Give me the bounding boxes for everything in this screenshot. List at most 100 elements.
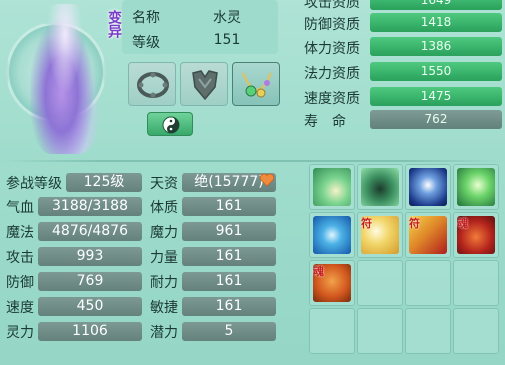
equip-slot-collar[interactable] <box>128 62 176 106</box>
equip-slot-armor[interactable] <box>180 62 228 106</box>
level-row: 等级 151 <box>122 28 278 52</box>
aptitude-label: 防御资质 <box>304 17 360 33</box>
stat-label: 防御 <box>6 275 34 291</box>
skill-slot[interactable]: 魂 <box>453 212 499 258</box>
aptitude-speed: 速度资质 1475 <box>300 87 505 107</box>
stat-mp: 魔法 4876/4876 <box>6 222 146 241</box>
stat-value: 769 <box>38 272 142 291</box>
skill-slot[interactable] <box>405 164 451 210</box>
stat-speed: 速度 450 <box>6 297 146 316</box>
stat-hp: 气血 3188/3188 <box>6 197 146 216</box>
skill-char: 魂 <box>457 217 468 230</box>
skill-slot[interactable]: 符 <box>357 212 403 258</box>
necklace-icon <box>241 72 273 98</box>
skill-slot-empty[interactable] <box>453 260 499 306</box>
stat-defense: 防御 769 <box>6 272 146 291</box>
stat-label: 魔法 <box>6 225 34 241</box>
skill-slot-empty[interactable] <box>357 260 403 306</box>
skill-slot-empty[interactable] <box>405 260 451 306</box>
heart-icon[interactable] <box>259 173 275 187</box>
stat-physique: 体质 161 <box>150 197 280 216</box>
name-row: 名称 水灵 <box>122 3 278 27</box>
stat-spirit: 灵力 1106 <box>6 322 146 341</box>
skill-slot[interactable]: 符 <box>405 212 451 258</box>
skill-slot[interactable]: 魂 <box>309 260 355 306</box>
skill-char: 符 <box>361 217 372 230</box>
skill-slot-empty[interactable] <box>453 308 499 354</box>
skill-slot[interactable] <box>453 164 499 210</box>
skill-slot[interactable] <box>309 164 355 210</box>
stat-attack: 攻击 993 <box>6 247 146 266</box>
aptitude-value: 762 <box>370 110 502 129</box>
aptitude-magic: 法力资质 1550 <box>300 62 505 82</box>
stat-value: 161 <box>182 247 276 266</box>
collar-icon <box>137 72 169 98</box>
stat-value: 161 <box>182 272 276 291</box>
section-divider <box>0 160 505 162</box>
aptitude-value: 1550 <box>370 62 502 81</box>
skill-slot[interactable] <box>309 212 355 258</box>
name-label: 名称 <box>132 10 160 26</box>
aptitude-lifespan: 寿 命 762 <box>300 110 505 130</box>
level-label: 等级 <box>132 35 160 51</box>
skill-char: 符 <box>409 217 420 230</box>
pet-info-box: 名称 水灵 等级 151 <box>122 0 278 54</box>
aptitude-value: 1418 <box>370 13 502 32</box>
equip-slot-necklace[interactable] <box>232 62 280 106</box>
skill-slot[interactable] <box>357 164 403 210</box>
stat-label: 魔力 <box>150 225 178 241</box>
aptitude-attack: 攻击资质 1649 <box>300 0 505 11</box>
pet-attribute-panel: 变异 名称 水灵 等级 151 攻击资质 1649 防御资质 1418 体力资质… <box>0 0 505 365</box>
armor-icon <box>192 70 218 101</box>
stat-label: 灵力 <box>6 325 34 341</box>
stat-potential: 潜力 5 <box>150 322 280 341</box>
stat-value: 1106 <box>38 322 142 341</box>
stat-endurance: 耐力 161 <box>150 272 280 291</box>
stat-agility: 敏捷 161 <box>150 297 280 316</box>
pet-name: 水灵 <box>213 10 241 26</box>
aptitude-value: 1386 <box>370 37 502 56</box>
skill-cat-icon <box>361 168 399 206</box>
aptitude-stamina: 体力资质 1386 <box>300 37 505 57</box>
skill-grid: 符 符 魂 魂 <box>309 164 505 360</box>
stat-label: 气血 <box>6 200 34 216</box>
stat-label: 耐力 <box>150 275 178 291</box>
skill-heal-icon <box>457 168 495 206</box>
stat-value: 4876/4876 <box>38 222 142 241</box>
stat-value: 993 <box>38 247 142 266</box>
stat-value: 450 <box>38 297 142 316</box>
skill-slot-empty[interactable] <box>357 308 403 354</box>
stat-value: 161 <box>182 197 276 216</box>
stat-value: 961 <box>182 222 276 241</box>
stat-value: 5 <box>182 322 276 341</box>
aptitude-label: 体力资质 <box>304 41 360 57</box>
skill-ghost-icon <box>409 168 447 206</box>
skill-slot-empty[interactable] <box>405 308 451 354</box>
skill-rush-icon <box>313 168 351 206</box>
pet-portrait <box>0 0 108 160</box>
aptitude-defense: 防御资质 1418 <box>300 13 505 33</box>
yin-yang-icon <box>162 116 180 134</box>
mutant-badge: 变异 <box>106 10 122 38</box>
stat-label: 参战等级 <box>6 176 62 192</box>
yin-yang-button[interactable] <box>147 112 193 136</box>
aptitude-label: 寿 命 <box>304 114 346 130</box>
stat-value: 125级 <box>66 173 142 192</box>
aptitude-label: 法力资质 <box>304 66 360 82</box>
aptitude-value: 1649 <box>370 0 502 10</box>
stat-label: 速度 <box>6 300 34 316</box>
stat-label: 潜力 <box>150 325 178 341</box>
stat-value: 3188/3188 <box>38 197 142 216</box>
stat-magic: 魔力 961 <box>150 222 280 241</box>
stat-label: 力量 <box>150 250 178 266</box>
aptitude-value: 1475 <box>370 87 502 106</box>
skill-char: 魂 <box>313 265 324 278</box>
pet-level: 151 <box>213 32 241 48</box>
aptitude-label: 攻击资质 <box>304 0 360 11</box>
skill-slot-empty[interactable] <box>309 308 355 354</box>
skill-vortex-icon <box>313 216 351 254</box>
stat-label: 敏捷 <box>150 300 178 316</box>
aptitude-label: 速度资质 <box>304 91 360 107</box>
stat-label: 天资 <box>150 176 178 192</box>
stat-battle-level: 参战等级 125级 <box>6 173 146 192</box>
